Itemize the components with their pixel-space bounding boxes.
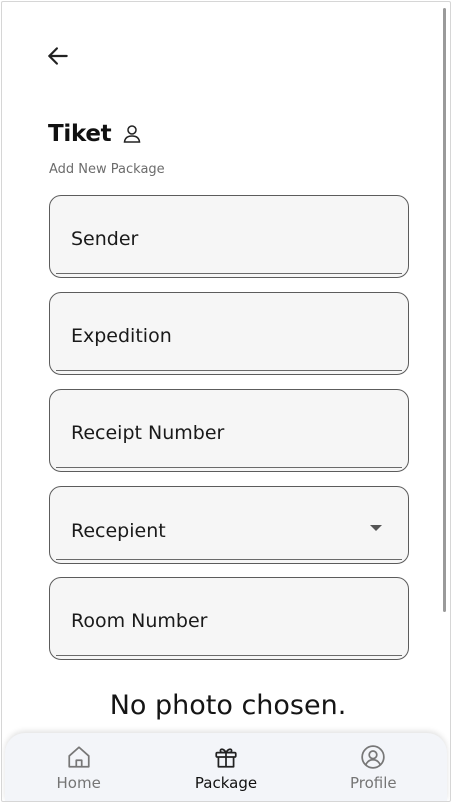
sender-label: Sender bbox=[71, 228, 139, 250]
expedition-field[interactable]: Expedition bbox=[49, 292, 409, 375]
expedition-label: Expedition bbox=[71, 325, 172, 347]
recipient-label: Recepient bbox=[71, 520, 166, 542]
gift-icon bbox=[213, 743, 239, 771]
page-title: Tiket bbox=[48, 121, 112, 147]
title-row: Tiket bbox=[48, 121, 141, 147]
nav-package[interactable]: Package bbox=[171, 743, 281, 792]
app-frame: Tiket Add New Package Sender Expedition … bbox=[1, 1, 451, 802]
nav-profile[interactable]: Profile bbox=[318, 743, 428, 792]
user-icon bbox=[123, 124, 141, 144]
nav-home-label: Home bbox=[56, 774, 101, 792]
arrow-left-icon bbox=[45, 43, 71, 73]
receipt-number-label: Receipt Number bbox=[71, 422, 225, 444]
nav-package-label: Package bbox=[194, 774, 258, 792]
room-number-label: Room Number bbox=[71, 610, 208, 632]
caret-down-icon bbox=[370, 525, 382, 531]
user-circle-icon bbox=[360, 743, 386, 771]
back-button[interactable] bbox=[42, 42, 74, 74]
recipient-dropdown[interactable]: Recepient bbox=[49, 486, 409, 564]
photo-status: No photo chosen. bbox=[109, 690, 347, 721]
home-icon bbox=[66, 743, 92, 771]
page-subtitle: Add New Package bbox=[49, 162, 165, 177]
sender-field[interactable]: Sender bbox=[49, 195, 409, 278]
receipt-number-field[interactable]: Receipt Number bbox=[49, 389, 409, 472]
room-number-field[interactable]: Room Number bbox=[49, 577, 409, 660]
scrollbar[interactable] bbox=[443, 8, 446, 612]
nav-home[interactable]: Home bbox=[24, 743, 134, 792]
nav-profile-label: Profile bbox=[349, 774, 397, 792]
bottom-navigation: Home Package Profile bbox=[5, 733, 447, 801]
